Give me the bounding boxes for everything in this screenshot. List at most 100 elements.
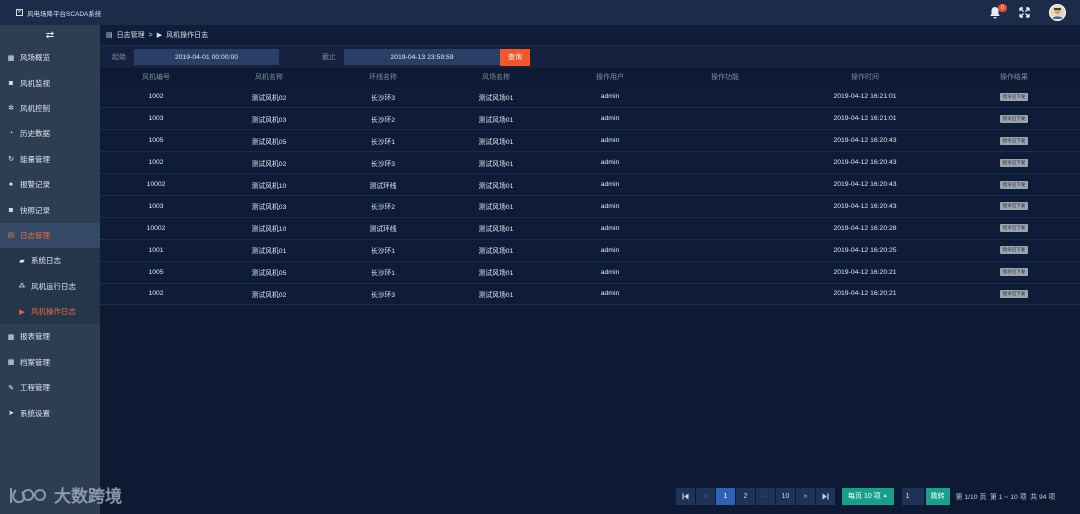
table-cell: 长沙环2	[326, 107, 440, 131]
table-cell: 长沙环1	[326, 239, 440, 262]
page-size-label: 每页 10 项	[848, 493, 881, 500]
table-cell	[668, 86, 782, 109]
next-page-button[interactable]: »	[796, 487, 816, 505]
table-cell: 测试风场01	[440, 86, 552, 109]
table-cell: 测试风场01	[440, 217, 552, 240]
page-button[interactable]: 2	[736, 487, 756, 505]
sidebar-item[interactable]: ▶ 风机操作日志	[0, 299, 100, 324]
sidebar-item[interactable]: ⁂ 风机运行日志	[0, 274, 100, 299]
table-cell: 长沙环3	[326, 86, 440, 109]
table-row[interactable]: 1002 测试风机02 长沙环3 测试风场01 admin 2019-04-12 16:2…	[100, 86, 1080, 109]
table-row[interactable]: 1002 测试风机02 长沙环3 测试风场01 admin 2019-04-12 16:2…	[100, 283, 1080, 306]
sidebar-item[interactable]: ◔ 历史数据	[0, 121, 100, 146]
table-cell: 测试风场01	[440, 261, 552, 284]
status-badge: 指令已下发	[999, 92, 1029, 101]
page-button[interactable]: 1	[716, 487, 736, 505]
sidebar-item[interactable]: ↻ 能量管理	[0, 147, 100, 172]
sidebar-item[interactable]: ✎ 工程管理	[0, 375, 100, 400]
table-row[interactable]: 1005 测试风机05 长沙环1 测试风场01 admin 2019-04-12 16:2…	[100, 261, 1080, 284]
top-bar: ✕ 风电场降平台SCADA系统 0	[0, 0, 1080, 25]
table-row[interactable]: 10002 测试风机10 测试环线 测试风场01 admin 2019-04-12 16:…	[100, 217, 1080, 240]
sidebar-item-label: 风机监视	[20, 78, 50, 88]
end-label: 截止	[322, 54, 336, 61]
table-cell	[668, 217, 782, 240]
table-cell: 测试风场01	[440, 129, 552, 153]
main-content: ▤ 日志管理 > ▶ 风机操作日志 起始 2019-04-01 00:00:00…	[100, 25, 1080, 514]
jump-button[interactable]: 跳转	[925, 487, 950, 505]
table-cell: 1002	[100, 283, 212, 306]
table-cell: 指令已下发	[948, 129, 1080, 153]
breadcrumb-current: 风机操作日志	[166, 32, 209, 39]
sidebar-item[interactable]: ▦ 报表管理	[0, 324, 100, 349]
table-row[interactable]: 1001 测试风机01 长沙环1 测试风场01 admin 2019-04-12 16:2…	[100, 239, 1080, 262]
page-jump-input[interactable]: 1	[901, 487, 924, 505]
table-cell: 测试风场01	[440, 195, 552, 218]
table-cell: 测试风场01	[440, 107, 552, 131]
sidebar-item[interactable]: ◙ 风机监视	[0, 70, 100, 95]
table-row[interactable]: 1003 测试风机03 长沙环2 测试风场01 admin 2019-04-12 16:2…	[100, 107, 1080, 131]
sidebar-item[interactable]: ◙ 快照记录	[0, 197, 100, 222]
table-cell: 长沙环3	[326, 283, 440, 306]
filter-bar: 起始 2019-04-01 00:00:00 截止 2019-04-13 23:…	[100, 46, 1080, 68]
table-row[interactable]: 10002 测试风机10 测试环线 测试风场01 admin 2019-04-12 16:…	[100, 173, 1080, 196]
start-date-input[interactable]: 2019-04-01 00:00:00	[134, 49, 279, 65]
brand: ✕ 风电场降平台SCADA系统	[0, 8, 101, 18]
column-header: 操作用户	[552, 68, 668, 86]
table-cell: 2019-04-12 16:20:25	[782, 239, 948, 262]
sidebar-item[interactable]: ✲ 风机控制	[0, 96, 100, 121]
table-cell: 测试风机10	[212, 173, 326, 196]
sidebar-item-label: 风机控制	[20, 103, 50, 113]
table-cell: 指令已下发	[948, 195, 1080, 218]
table-cell: admin	[552, 86, 668, 109]
table-cell: admin	[552, 239, 668, 262]
calendar-icon: ▤	[7, 232, 15, 240]
column-header: 操作功能	[668, 68, 782, 86]
page-button[interactable]: 10	[776, 487, 796, 505]
last-page-icon	[822, 493, 829, 499]
page-info: 第 1/10 页 第 1 ~ 10 项 共 94 项	[956, 491, 1056, 501]
user-avatar-icon	[1052, 8, 1063, 19]
table-row[interactable]: 1003 测试风机03 长沙环2 测试风场01 admin 2019-04-12 16:2…	[100, 195, 1080, 218]
sidebar-item-label: 风场概览	[20, 53, 50, 63]
page-size-select[interactable]: 每页 10 项 ▲	[842, 487, 894, 505]
sidebar-item-label: 工程管理	[20, 383, 50, 393]
sidebar-item[interactable]: ➤ 系统设置	[0, 400, 100, 425]
table-cell: 2019-04-12 16:20:21	[782, 261, 948, 284]
prev-page-button[interactable]: ‹	[696, 487, 716, 505]
page-button[interactable]: ···	[756, 487, 776, 505]
status-badge: 指令已下发	[999, 224, 1029, 233]
table-cell: 测试风机05	[212, 129, 326, 153]
sidebar-item[interactable]: ▤ 日志管理	[0, 222, 100, 249]
table-cell	[668, 195, 782, 218]
sidebar-toggle-button[interactable]: ⇄	[0, 25, 100, 45]
fullscreen-button[interactable]	[1019, 6, 1031, 19]
table-row[interactable]: 1005 测试风机05 长沙环1 测试风场01 admin 2019-04-12 16:2…	[100, 129, 1080, 153]
sidebar-item[interactable]: ▦ 风场概览	[0, 45, 100, 70]
table-cell: 测试风场01	[440, 283, 552, 306]
app-logo-icon: ✕	[16, 9, 23, 16]
sidebar-item-label: 日志管理	[20, 230, 50, 240]
avatar[interactable]	[1049, 4, 1066, 21]
sidebar: ⇄ ▦ 风场概览 ◙ 风机监视 ✲ 风机控制 ◔ 历史数据 ↻ 能量管理 ♠ 报警记录 ◙ 快照记录 ▤ 日志…	[0, 25, 100, 514]
table-cell: 长沙环1	[326, 129, 440, 153]
column-header: 风场名称	[440, 68, 552, 86]
table-cell: 指令已下发	[948, 107, 1080, 131]
first-page-button[interactable]	[676, 487, 696, 505]
last-page-button[interactable]	[816, 487, 836, 505]
table-cell: 测试风场01	[440, 239, 552, 262]
table-cell: admin	[552, 129, 668, 153]
breadcrumb-separator: >	[148, 31, 153, 39]
query-button[interactable]: 查询	[500, 48, 530, 66]
sidebar-item[interactable]: ♠ 报警记录	[0, 172, 100, 197]
end-date-input[interactable]: 2019-04-13 23:59:59	[344, 49, 500, 65]
status-badge: 指令已下发	[999, 202, 1029, 211]
table-cell: admin	[552, 195, 668, 218]
table-row[interactable]: 1002 测试风机02 长沙环3 测试风场01 admin 2019-04-12 16:2…	[100, 151, 1080, 175]
sidebar-item[interactable]: ▰ 系统日志	[0, 248, 100, 273]
sidebar-item[interactable]: ▦ 档案管理	[0, 350, 100, 375]
breadcrumb: ▤ 日志管理 > ▶ 风机操作日志	[100, 25, 1080, 46]
breadcrumb-root[interactable]: 日志管理	[117, 30, 145, 40]
sidebar-item-label: 报表管理	[20, 332, 50, 342]
table-cell: 指令已下发	[948, 151, 1080, 175]
notification-button[interactable]: 0	[989, 3, 1007, 20]
